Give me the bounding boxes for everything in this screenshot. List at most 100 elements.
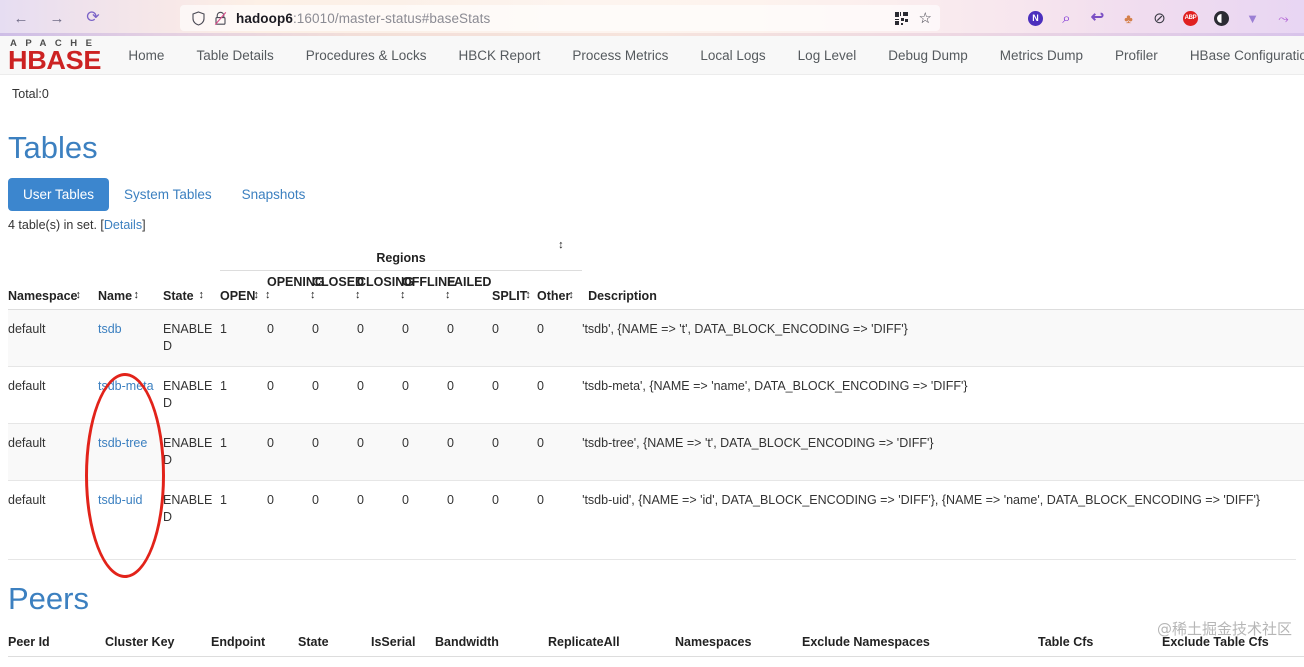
cell-failed: 0 <box>447 424 492 481</box>
nav-link-process-metrics[interactable]: Process Metrics <box>556 36 684 75</box>
cell-failed: 0 <box>447 310 492 367</box>
translate-extension-icon[interactable]: ⊘ <box>1151 10 1168 27</box>
tables-details-link[interactable]: Details <box>104 218 142 232</box>
table-row: default tsdb-meta ENABLED 1 0 0 0 0 0 0 … <box>8 367 1304 424</box>
header-closed[interactable]: CLOSED <box>312 271 357 310</box>
header-name-label: Name <box>98 289 132 303</box>
nav-link-table-details[interactable]: Table Details <box>180 36 289 75</box>
cell-offline: 0 <box>402 481 447 538</box>
cell-opening: 0 <box>267 481 312 538</box>
tables-set-info: 4 table(s) in set. [Details] <box>8 218 1304 232</box>
header-other-label: Other <box>537 289 570 303</box>
header-opening[interactable]: OPENING <box>267 271 312 310</box>
table-name-link[interactable]: tsdb-tree <box>98 436 147 450</box>
header-failed[interactable]: FAILED <box>447 271 492 310</box>
shield-icon[interactable] <box>192 11 205 26</box>
sort-icon-split[interactable] <box>525 290 533 301</box>
sort-icon-other[interactable] <box>568 290 576 301</box>
user-tables-table: Regions ↕ ↕ Namespace Name State OPEN OP… <box>8 247 1304 537</box>
header-split[interactable]: SPLIT <box>492 271 537 310</box>
network-tree-extension-icon[interactable]: ♣ <box>1120 10 1137 27</box>
vimium-extension-icon[interactable]: ▼ <box>1244 10 1261 27</box>
header-other[interactable]: Other <box>537 271 582 310</box>
undo-extension-icon[interactable]: ↩ <box>1089 10 1106 27</box>
header-state[interactable]: State <box>163 271 220 310</box>
sort-icon-closing[interactable] <box>355 290 363 301</box>
header-description[interactable]: Description <box>582 271 1304 310</box>
notion-extension-icon[interactable]: N <box>1027 10 1044 27</box>
reload-icon[interactable]: ⟳ <box>83 8 103 28</box>
cell-closing: 0 <box>357 481 402 538</box>
sort-icon-open[interactable] <box>253 290 261 301</box>
nav-link-procedures-locks[interactable]: Procedures & Locks <box>290 36 443 75</box>
sort-icon-regions[interactable]: ↕ <box>558 239 564 251</box>
table-header-row: Namespace Name State OPEN OPENING CLOSED… <box>8 271 1304 310</box>
cell-state: ENABLED <box>163 367 220 424</box>
peers-header-bandwidth: Bandwidth <box>435 629 548 657</box>
sort-icon-opening[interactable] <box>265 290 273 301</box>
nav-link-profiler[interactable]: Profiler <box>1099 36 1174 75</box>
peers-header-is-serial: IsSerial <box>371 629 435 657</box>
nav-link-metrics-dump[interactable]: Metrics Dump <box>984 36 1099 75</box>
nav-link-local-logs[interactable]: Local Logs <box>684 36 781 75</box>
cell-name: tsdb-meta <box>98 367 163 424</box>
cell-namespace: default <box>8 367 98 424</box>
header-split-label: SPLIT <box>492 289 527 303</box>
sort-icon-failed[interactable] <box>445 290 453 301</box>
cell-name: tsdb <box>98 310 163 367</box>
tables-set-count: 4 table(s) in set. [ <box>8 218 104 232</box>
hbase-logo[interactable]: APACHE HBASE <box>8 39 100 72</box>
header-offline[interactable]: OFFLINE <box>402 271 447 310</box>
url-text: hadoop6:16010/master-status#baseStats <box>236 11 490 26</box>
table-name-link[interactable]: tsdb-uid <box>98 493 142 507</box>
cell-description: 'tsdb', {NAME => 't', DATA_BLOCK_ENCODIN… <box>582 310 1304 367</box>
crop-capture-extension-icon[interactable]: ⌕ <box>1058 10 1075 27</box>
sort-icon-closed[interactable] <box>310 290 318 301</box>
header-name[interactable]: Name <box>98 271 163 310</box>
header-closing[interactable]: CLOSING <box>357 271 402 310</box>
cell-split: 0 <box>492 367 537 424</box>
nav-link-hbase-configuration[interactable]: HBase Configuration <box>1174 36 1304 75</box>
nav-link-home[interactable]: Home <box>116 36 180 75</box>
cell-state: ENABLED <box>163 481 220 538</box>
tab-system-tables[interactable]: System Tables <box>109 178 227 211</box>
sort-icon-offline[interactable] <box>400 290 408 301</box>
header-description-label: Description <box>588 289 657 303</box>
cell-name: tsdb-uid <box>98 481 163 538</box>
sort-icon-state[interactable] <box>199 290 207 301</box>
tab-user-tables[interactable]: User Tables <box>8 178 109 211</box>
star-bookmark-icon[interactable]: ☆ <box>919 11 932 26</box>
section-divider <box>8 559 1296 560</box>
nav-link-log-level[interactable]: Log Level <box>782 36 873 75</box>
browser-chrome: ← → ⟳ hadoop6:16010/master-status#baseSt… <box>0 0 1304 36</box>
tab-snapshots[interactable]: Snapshots <box>227 178 321 211</box>
nav-link-debug-dump[interactable]: Debug Dump <box>872 36 984 75</box>
cell-name: tsdb-tree <box>98 424 163 481</box>
address-bar[interactable]: hadoop6:16010/master-status#baseStats ☆ <box>180 5 940 31</box>
address-bar-right-icons: ☆ <box>895 5 932 31</box>
account-extension-icon[interactable]: ⤳ <box>1275 10 1292 27</box>
sort-icon-namespace[interactable] <box>76 290 84 301</box>
cell-offline: 0 <box>402 367 447 424</box>
header-open[interactable]: OPEN <box>220 271 267 310</box>
header-namespace[interactable]: Namespace <box>8 271 98 310</box>
cell-namespace: default <box>8 310 98 367</box>
back-arrow-icon[interactable]: ← <box>11 8 31 28</box>
forward-arrow-icon[interactable]: → <box>47 8 67 28</box>
table-name-link[interactable]: tsdb <box>98 322 122 336</box>
cell-closing: 0 <box>357 424 402 481</box>
tracking-protection-off-icon[interactable] <box>214 11 227 26</box>
cell-description: 'tsdb-tree', {NAME => 't', DATA_BLOCK_EN… <box>582 424 1304 481</box>
header-open-label: OPEN <box>220 289 255 303</box>
dark-mode-extension-icon[interactable] <box>1213 10 1230 27</box>
cell-other: 0 <box>537 424 582 481</box>
cell-closed: 0 <box>312 424 357 481</box>
url-path: :16010/master-status#baseStats <box>293 11 490 26</box>
table-name-link[interactable]: tsdb-meta <box>98 379 154 393</box>
adblock-plus-extension-icon[interactable]: ABP <box>1182 10 1199 27</box>
nav-link-hbck-report[interactable]: HBCK Report <box>443 36 557 75</box>
header-namespace-label: Namespace <box>8 289 78 303</box>
sort-icon-name[interactable] <box>134 290 142 301</box>
qr-code-icon[interactable] <box>895 12 908 25</box>
cell-closed: 0 <box>312 367 357 424</box>
